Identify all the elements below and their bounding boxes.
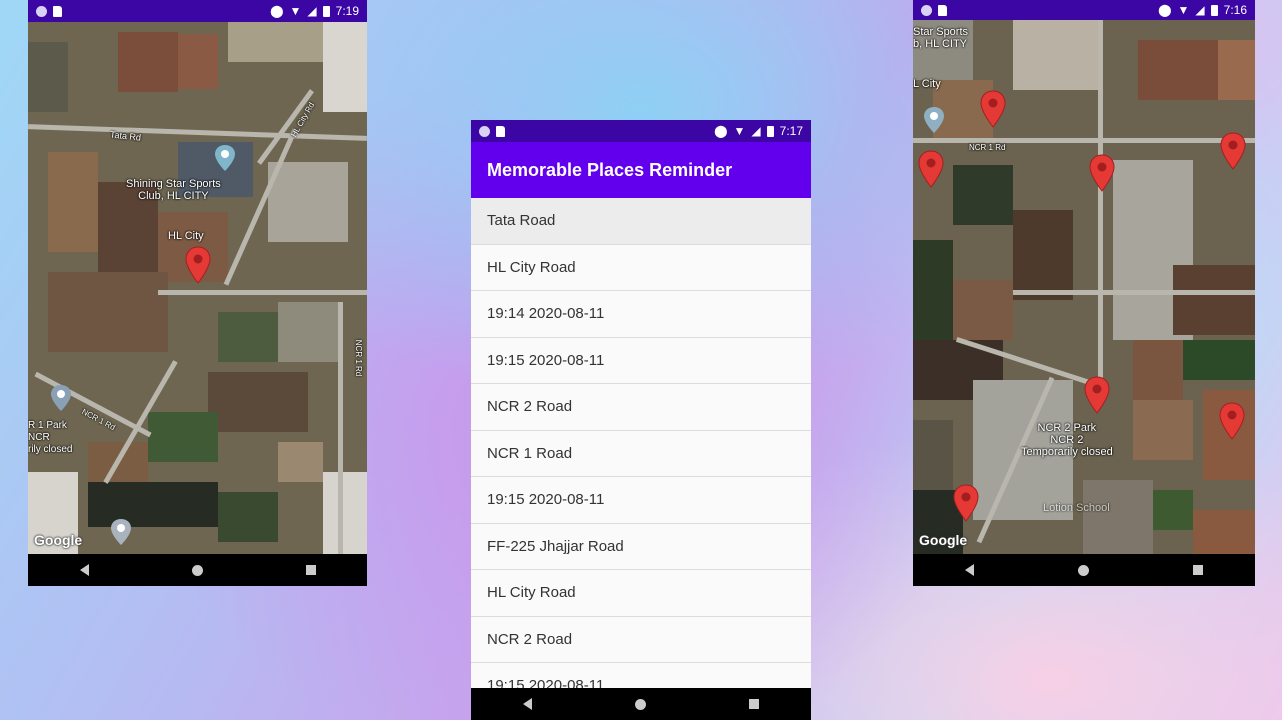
list-item[interactable]: HL City Road [471, 570, 811, 617]
battery-icon [766, 125, 774, 137]
map-pin-icon[interactable] [918, 150, 944, 188]
back-icon[interactable] [522, 698, 532, 710]
home-icon[interactable] [191, 564, 203, 576]
map-label-tata-rd: Tata Rd [109, 129, 142, 143]
notification-icon [479, 125, 490, 137]
nav-bar [28, 554, 367, 586]
map-label-hl-city: HL City [168, 230, 204, 242]
list-item[interactable]: NCR 2 Road [471, 617, 811, 663]
map-pin-icon[interactable] [980, 90, 1006, 128]
map-pin-icon[interactable] [1084, 376, 1110, 414]
status-time: 7:17 [779, 124, 803, 138]
map-pin-icon[interactable] [953, 484, 979, 522]
sd-card-icon [938, 4, 947, 16]
map-label-park: NCR 2 Park NCR 2 Temporarily closed [1021, 422, 1113, 458]
poi-marker-icon[interactable] [214, 144, 236, 172]
sd-card-icon [53, 5, 62, 17]
app-title: Memorable Places Reminder [487, 159, 733, 180]
notification-icon [921, 4, 932, 16]
location-icon: ⬤ [270, 4, 284, 18]
signal-icon: ◢ [751, 124, 761, 138]
status-time: 7:16 [1223, 3, 1247, 17]
map-view[interactable]: Tata Rd Shining Star Sports Club, HL CIT… [28, 22, 367, 554]
map-label-club: Star Sports b, HL CITY [913, 26, 969, 50]
signal-icon: ◢ [1195, 3, 1205, 17]
location-icon: ⬤ [1158, 3, 1172, 17]
status-bar: ⬤ ▼ ◢ 7:17 [471, 120, 811, 142]
list-item[interactable]: 19:15 2020-08-11 [471, 663, 811, 688]
poi-marker-icon[interactable] [923, 106, 945, 134]
map-pin-icon[interactable] [185, 246, 211, 284]
recents-icon[interactable] [749, 699, 760, 709]
nav-bar [913, 554, 1255, 586]
notification-icon [36, 5, 47, 17]
signal-icon: ◢ [307, 4, 317, 18]
map-label-ncr1: NCR 1 Rd [969, 143, 1006, 152]
wifi-icon: ▼ [733, 124, 746, 138]
list-item[interactable]: FF-225 Jhajjar Road [471, 524, 811, 570]
left-phone: ⬤ ▼ ◢ 7:19 Tata Rd Shining Star Sports C… [28, 0, 367, 586]
map-label-school: Lotion School [1043, 502, 1110, 514]
recents-icon[interactable] [1193, 565, 1203, 575]
map-pin-icon[interactable] [1089, 154, 1115, 192]
list-item[interactable]: 19:15 2020-08-11 [471, 338, 811, 384]
wifi-icon: ▼ [1177, 3, 1190, 17]
poi-marker-icon[interactable] [50, 384, 72, 412]
map-label-club: Shining Star Sports Club, HL CITY [126, 178, 221, 202]
list-item[interactable]: HL City Road [471, 245, 811, 291]
google-logo: Google [919, 532, 968, 548]
home-icon[interactable] [1078, 564, 1089, 576]
sd-card-icon [496, 125, 505, 137]
places-list[interactable]: Tata Road HL City Road 19:14 2020-08-11 … [471, 198, 811, 688]
location-icon: ⬤ [714, 124, 728, 138]
back-icon[interactable] [79, 564, 89, 576]
wifi-icon: ▼ [289, 4, 302, 18]
nav-bar [471, 688, 811, 720]
battery-icon [1210, 4, 1218, 16]
status-time: 7:19 [335, 4, 359, 18]
map-pin-icon[interactable] [1220, 132, 1246, 170]
center-phone: ⬤ ▼ ◢ 7:17 Memorable Places Reminder Tat… [471, 120, 811, 720]
poi-marker-icon[interactable] [110, 518, 132, 546]
right-phone: ⬤ ▼ ◢ 7:16 Star Sports b, HL CITY L City… [913, 0, 1255, 586]
list-item[interactable]: 19:14 2020-08-11 [471, 291, 811, 338]
map-label-park: R 1 Park NCR rily closed [28, 420, 73, 455]
battery-icon [322, 5, 330, 17]
back-icon[interactable] [965, 564, 974, 576]
list-item[interactable]: 19:15 2020-08-11 [471, 477, 811, 524]
status-bar: ⬤ ▼ ◢ 7:16 [913, 0, 1255, 20]
app-bar: Memorable Places Reminder [471, 142, 811, 198]
list-item[interactable]: NCR 1 Road [471, 431, 811, 477]
list-item[interactable]: Tata Road [471, 198, 811, 245]
map-label-ncr-side: NCR 1 Rd [354, 339, 364, 377]
map-view[interactable]: Star Sports b, HL CITY L City NCR 1 Rd N… [913, 20, 1255, 554]
google-logo: Google [34, 532, 83, 548]
map-pin-icon[interactable] [1219, 402, 1245, 440]
recents-icon[interactable] [305, 565, 316, 575]
list-item[interactable]: NCR 2 Road [471, 384, 811, 431]
map-label-city: L City [913, 78, 941, 90]
home-icon[interactable] [634, 698, 646, 710]
status-bar: ⬤ ▼ ◢ 7:19 [28, 0, 367, 22]
